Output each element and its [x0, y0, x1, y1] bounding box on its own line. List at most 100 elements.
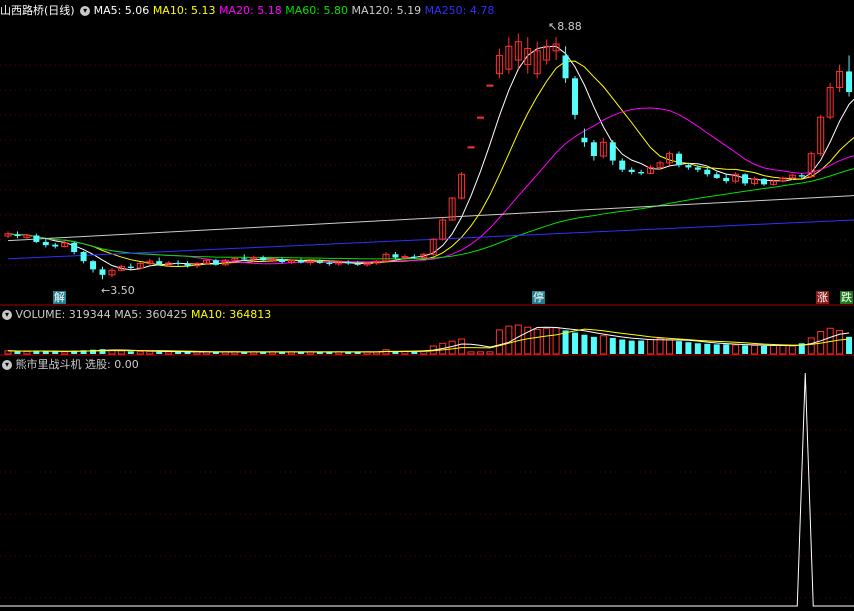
indicator-signal-line: [0, 372, 854, 607]
ma-label-1: MA10: 5.13: [152, 4, 220, 17]
volume-bar: [552, 327, 560, 355]
volume-bar: [562, 330, 569, 354]
arrow-icon: ↖: [548, 20, 558, 33]
candle-body: [80, 252, 87, 262]
volume-bar: [788, 345, 796, 355]
volume-bar: [14, 351, 21, 354]
volume-bar: [23, 350, 31, 355]
ma20-line: [7, 107, 854, 265]
volume-bar: [694, 343, 701, 354]
candle-body: [562, 55, 569, 79]
candle-body: [269, 258, 277, 261]
volume-bar: [713, 344, 720, 354]
volume-bar: [704, 343, 711, 354]
volume-ma5-line: [7, 326, 850, 353]
candle-body: [467, 146, 475, 149]
volume-bar: [638, 340, 645, 354]
stock-title: 山西路桥(日线): [0, 4, 75, 17]
ma120-line: [7, 195, 854, 242]
candle-body: [628, 169, 635, 172]
candle-body: [798, 175, 805, 177]
chevron-down-icon[interactable]: ▾: [2, 360, 12, 370]
candle-body: [761, 178, 767, 185]
ma-label-5: MA250: 4.78: [424, 4, 495, 17]
volume-bar: [165, 351, 173, 355]
candle-body: [477, 116, 484, 119]
volume-bar: [761, 345, 767, 354]
volume-bar: [543, 327, 551, 355]
volume-bar: [656, 337, 664, 355]
candle-body: [279, 259, 286, 263]
candle-body: [127, 266, 134, 268]
volume-bar: [675, 341, 682, 354]
candle-body: [486, 84, 494, 87]
candle-body: [156, 261, 163, 265]
chevron-down-icon[interactable]: ▾: [2, 310, 12, 320]
candle-body: [846, 71, 853, 92]
volume-bar: [732, 344, 740, 355]
ma5-line: [7, 45, 854, 271]
candle-body: [742, 174, 749, 184]
candle-body: [90, 261, 97, 270]
candle-body: [184, 263, 191, 266]
candle-body: [619, 160, 626, 170]
candle-body: [354, 263, 361, 265]
badge-jie[interactable]: 解: [53, 291, 66, 304]
volume-bar: [599, 335, 607, 355]
vol-label-0: VOLUME: 319344: [15, 308, 115, 321]
volume-bar: [628, 340, 635, 354]
kline-chart-canvas[interactable]: [0, 0, 854, 611]
volume-ma10-line: [7, 328, 850, 353]
candle-body: [52, 244, 59, 247]
volume-bar: [127, 351, 134, 354]
volume-bar: [156, 351, 163, 354]
volume-bar: [136, 350, 144, 355]
chevron-down-icon[interactable]: ▾: [80, 6, 91, 16]
vol-label-1: MA5: 360425: [114, 308, 191, 321]
candle-body: [99, 269, 106, 275]
high-price-label: ↖8.88: [548, 20, 582, 33]
candle-body: [685, 165, 692, 168]
volume-bar: [619, 339, 626, 354]
volume-bar: [581, 334, 588, 354]
volume-bar: [769, 344, 777, 355]
candle-body: [297, 260, 304, 263]
volume-bar: [146, 350, 154, 355]
volume-bar: [61, 351, 69, 355]
candle-body: [704, 169, 711, 175]
volume-bar: [685, 342, 692, 354]
badge-zhang[interactable]: 涨: [816, 291, 829, 304]
volume-bar: [448, 340, 456, 355]
candle-body: [638, 172, 645, 174]
badge-die[interactable]: 跌: [840, 291, 853, 304]
candle-body: [175, 262, 182, 264]
ma-label-4: MA120: 5.19: [351, 4, 425, 17]
volume-bar: [458, 338, 466, 355]
ma-legend: MA5: 5.06 MA10: 5.13 MA20: 5.18 MA60: 5.…: [94, 4, 495, 17]
candle-body: [572, 78, 578, 115]
candle-body: [241, 258, 248, 260]
badge-ting[interactable]: 停: [532, 291, 545, 304]
volume-bar: [609, 337, 616, 354]
volume-bar: [477, 351, 484, 355]
candle-body: [326, 262, 333, 264]
volume-bar: [572, 332, 578, 354]
ma10-line: [7, 60, 854, 268]
volume-bar: [514, 324, 522, 355]
arrow-icon: ←: [101, 284, 111, 297]
low-price-label: ←3.50: [101, 284, 135, 297]
candle-body: [260, 257, 267, 261]
ma-label-0: MA5: 5.06: [93, 4, 153, 17]
volume-panel-header: ▾ VOLUME: 319344 MA5: 360425 MA10: 36481…: [0, 307, 271, 323]
candle-body: [345, 262, 352, 264]
candle-body: [42, 241, 49, 246]
ma-label-3: MA60: 5.80: [285, 4, 352, 17]
candle-body: [723, 177, 730, 182]
volume-bar: [486, 351, 494, 355]
volume-bar: [751, 344, 759, 355]
candle-body: [392, 254, 399, 258]
volume-bar: [533, 328, 541, 355]
volume-bar: [742, 345, 749, 354]
volume-bar: [495, 329, 503, 355]
candle-body: [590, 142, 597, 156]
